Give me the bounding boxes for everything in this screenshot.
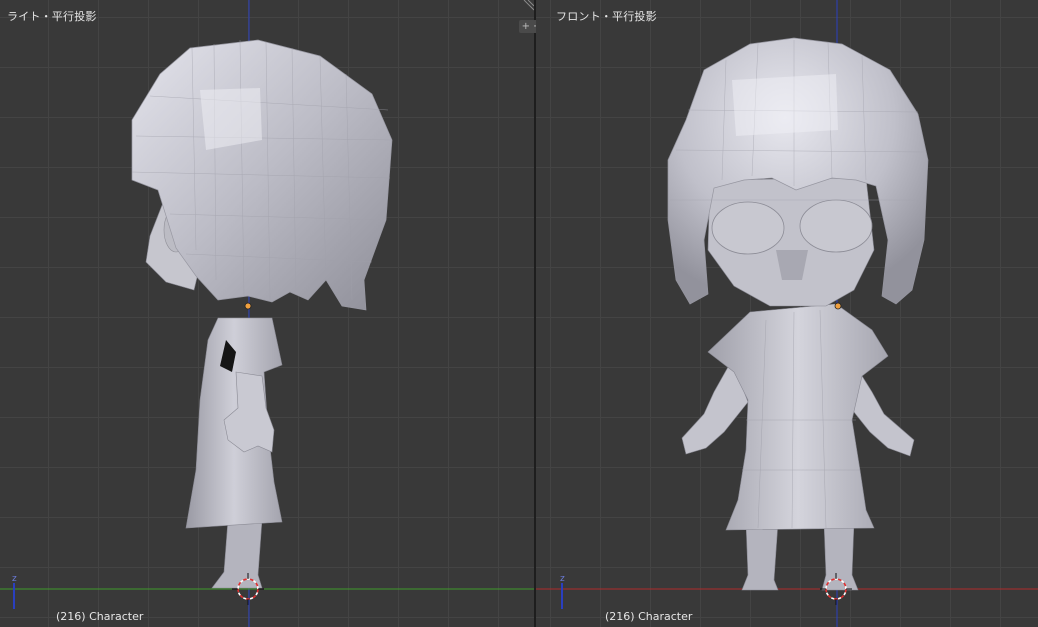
character-mesh-front[interactable]: [667, 37, 929, 591]
frame-object-label-right: (216) Character: [605, 610, 693, 623]
corner-resize-icon[interactable]: [520, 0, 534, 12]
viewport-label-left: ライト・平行投影: [7, 10, 97, 23]
axis-gizmo-icon: z x: [560, 574, 590, 609]
axis-gizmo-icon: z y: [12, 574, 42, 609]
gizmo-z-label: z: [12, 574, 17, 584]
viewport-front-ortho[interactable]: フロント・平行投影 z x (216) Character: [536, 0, 1038, 627]
gizmo-y-label: y: [40, 607, 42, 609]
viewport-label-right: フロント・平行投影: [556, 10, 657, 23]
viewport-canvas-left[interactable]: [0, 0, 534, 627]
gizmo-x-label: x: [588, 607, 590, 609]
viewport-canvas-right[interactable]: [536, 0, 1038, 627]
origin-point-icon[interactable]: [834, 302, 842, 310]
gizmo-z-label: z: [560, 574, 565, 584]
character-mesh-side[interactable]: [131, 39, 393, 589]
origin-point-icon[interactable]: [244, 302, 252, 310]
viewport-right-ortho[interactable]: ライト・平行投影 z y (216) Character: [0, 0, 534, 627]
frame-object-label-left: (216) Character: [56, 610, 144, 623]
